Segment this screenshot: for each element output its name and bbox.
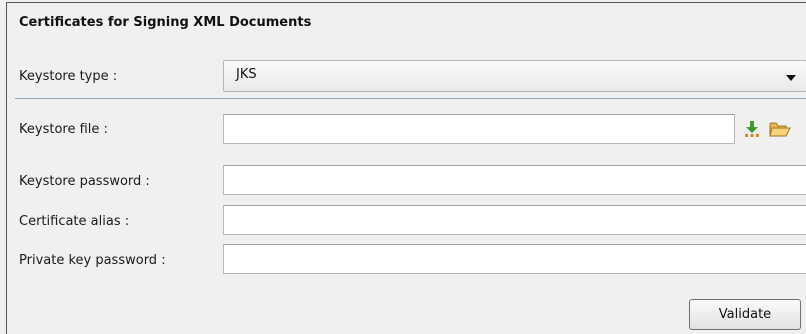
folder-open-icon[interactable] bbox=[767, 117, 793, 141]
keystore-password-field[interactable] bbox=[223, 165, 806, 195]
validate-button[interactable]: Validate bbox=[689, 299, 801, 330]
section-title: Certificates for Signing XML Documents bbox=[19, 15, 312, 30]
keystore-file-label: Keystore file : bbox=[19, 122, 108, 137]
certificate-alias-field[interactable] bbox=[223, 205, 806, 235]
certificates-panel: Certificates for Signing XML Documents K… bbox=[6, 2, 806, 334]
keystore-type-value: JKS bbox=[236, 67, 257, 82]
download-icon[interactable] bbox=[741, 117, 763, 141]
separator bbox=[15, 98, 806, 99]
keystore-type-select[interactable]: JKS bbox=[223, 60, 806, 92]
keystore-file-input[interactable] bbox=[223, 114, 735, 144]
private-key-password-field[interactable] bbox=[223, 244, 806, 274]
certificate-alias-label: Certificate alias : bbox=[19, 214, 130, 229]
private-key-password-label: Private key password : bbox=[19, 253, 166, 268]
keystore-type-label: Keystore type : bbox=[19, 69, 118, 84]
keystore-password-label: Keystore password : bbox=[19, 174, 150, 189]
chevron-down-icon bbox=[786, 75, 796, 81]
